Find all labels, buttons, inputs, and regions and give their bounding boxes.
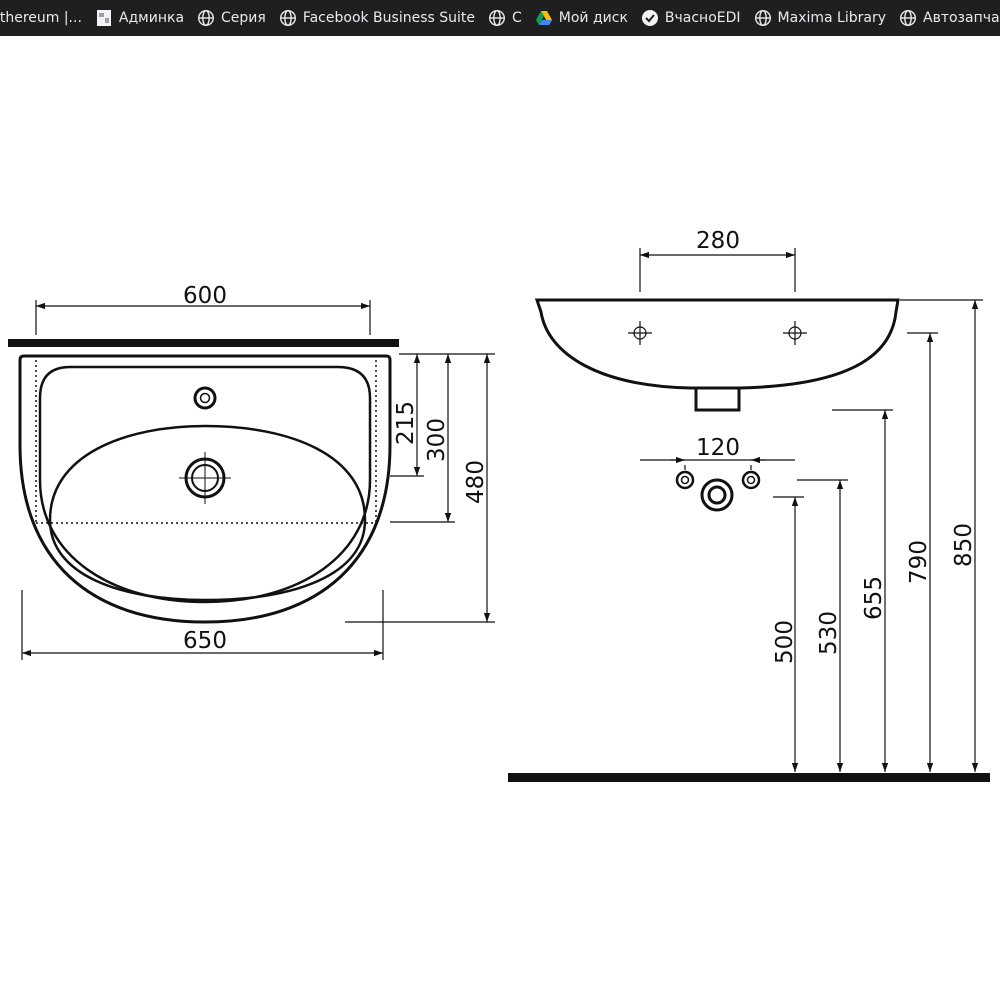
bookmark-seriya[interactable]: Серия bbox=[191, 0, 273, 36]
dim-600-label: 600 bbox=[183, 283, 227, 309]
dim-120-label: 120 bbox=[696, 435, 740, 461]
vchasno-icon bbox=[641, 9, 659, 27]
bookmark-label: Серия bbox=[221, 10, 266, 26]
bookmark-avtozapchasti[interactable]: Автозапчасти bbox=[893, 0, 1000, 36]
side-view bbox=[508, 248, 990, 782]
dim-500-label: 500 bbox=[772, 620, 798, 664]
tap-hole-inner bbox=[199, 392, 211, 404]
bookmark-label: Ethereum |... bbox=[0, 10, 82, 26]
bookmark-adminka[interactable]: Админка bbox=[89, 0, 191, 36]
dim-300-label: 300 bbox=[424, 418, 450, 462]
bookmark-s[interactable]: С bbox=[482, 0, 529, 36]
bookmark-maxima-library[interactable]: Maxima Library bbox=[748, 0, 893, 36]
mounting-hole-right bbox=[783, 321, 807, 345]
globe-icon bbox=[279, 9, 297, 27]
bookmark-label: С bbox=[512, 10, 522, 26]
dim-650-label: 650 bbox=[183, 628, 227, 654]
tap-hole bbox=[193, 386, 217, 410]
wall-line bbox=[8, 339, 399, 347]
globe-icon bbox=[899, 9, 917, 27]
bookmark-ethereum[interactable]: Ethereum |... bbox=[0, 0, 89, 36]
bookmark-label: Facebook Business Suite bbox=[302, 10, 475, 26]
dim-850-label: 850 bbox=[951, 523, 977, 567]
bookmarks-bar: Ethereum |... Админка Серия Facebook Bus… bbox=[0, 0, 1000, 36]
bookmark-label: Автозапчасти bbox=[923, 10, 1000, 26]
dim-480-label: 480 bbox=[463, 460, 489, 504]
dim-530-label: 530 bbox=[816, 611, 842, 655]
floor-line bbox=[508, 773, 990, 782]
technical-drawing: 600 650 215 300 480 280 120 500 530 655 … bbox=[8, 228, 990, 782]
mounting-hole-left bbox=[628, 321, 652, 345]
globe-icon bbox=[488, 9, 506, 27]
front-view bbox=[8, 300, 495, 660]
bookmark-label: Мой диск bbox=[558, 10, 628, 26]
basin-side-profile bbox=[534, 298, 900, 390]
dim-280-label: 280 bbox=[696, 228, 740, 254]
bookmark-label: Админка bbox=[118, 10, 185, 26]
globe-icon bbox=[197, 9, 215, 27]
drain-outlet bbox=[694, 386, 741, 412]
google-drive-icon bbox=[535, 9, 553, 27]
dim-790-label: 790 bbox=[906, 540, 932, 584]
drain-connection bbox=[700, 478, 734, 512]
bookmark-moy-disk[interactable]: Мой диск bbox=[529, 0, 635, 36]
water-inlet-left bbox=[675, 470, 695, 490]
dim-215-label: 215 bbox=[393, 401, 419, 445]
dim-655-label: 655 bbox=[861, 576, 887, 620]
bookmark-vchasno-edi[interactable]: ВчасноEDI bbox=[635, 0, 748, 36]
bookmark-label: ВчасноEDI bbox=[664, 10, 741, 26]
water-inlet-right bbox=[741, 470, 761, 490]
bookmark-label: Maxima Library bbox=[777, 10, 886, 26]
globe-icon bbox=[754, 9, 772, 27]
page-icon bbox=[95, 9, 113, 27]
bookmark-facebook-business-suite[interactable]: Facebook Business Suite bbox=[273, 0, 482, 36]
